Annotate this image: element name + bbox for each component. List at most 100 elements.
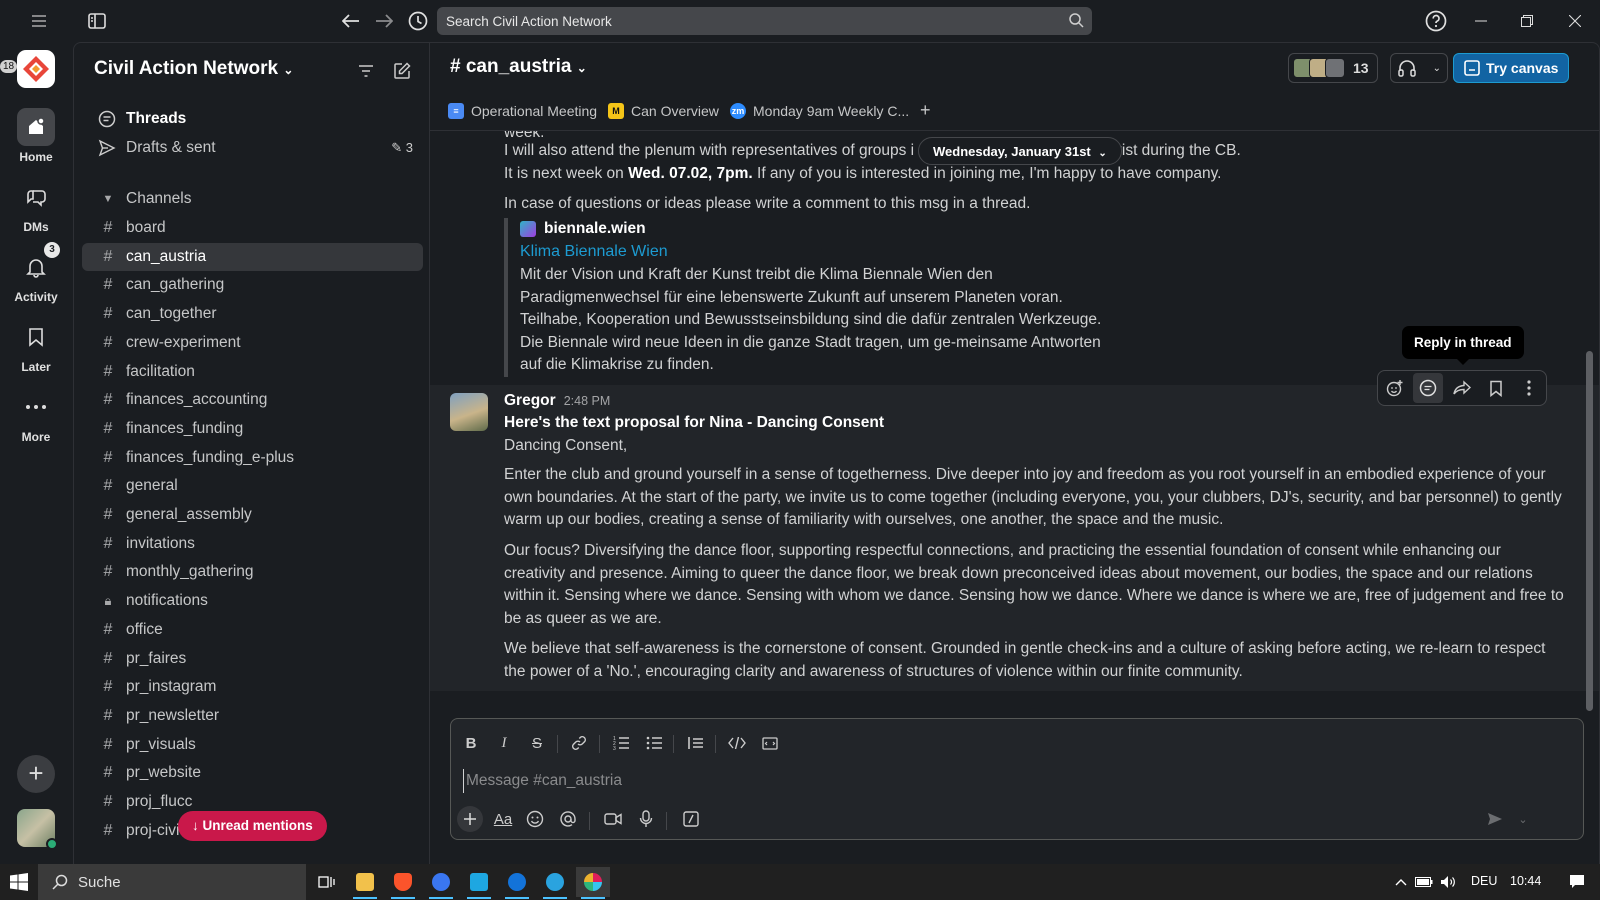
rail-dms[interactable]: DMs (0, 178, 72, 234)
help-icon[interactable] (1421, 6, 1451, 36)
minimize-icon[interactable] (1468, 8, 1494, 34)
workspace-logo-icon[interactable] (17, 50, 55, 88)
sidebar-item-general[interactable]: # general (82, 472, 423, 500)
keyboard-language[interactable]: DEU (1471, 874, 1497, 888)
tray-chevron-up-icon[interactable] (1390, 867, 1412, 897)
telegram-icon[interactable] (538, 867, 572, 899)
attach-plus-icon[interactable] (457, 806, 483, 832)
windows-start-icon[interactable] (2, 867, 36, 897)
mention-icon[interactable] (554, 805, 582, 833)
sidebar-item-general_assembly[interactable]: # general_assembly (82, 501, 423, 529)
save-bookmark-icon[interactable] (1481, 373, 1511, 403)
sidebar-item-board[interactable]: # board (82, 214, 423, 242)
microphone-icon[interactable] (632, 805, 660, 833)
notifications-icon[interactable] (1560, 867, 1594, 897)
sidebar-item-pr_faires[interactable]: # pr_faires (82, 645, 423, 673)
filter-icon[interactable] (352, 57, 380, 85)
more-actions-icon[interactable] (1514, 373, 1544, 403)
user-avatar[interactable] (17, 809, 58, 850)
ordered-list-icon[interactable]: 123 (607, 729, 635, 757)
slack-icon[interactable] (576, 867, 610, 899)
workspace-name-button[interactable]: Civil Action Network ⌄ (94, 58, 293, 80)
rail-later[interactable]: Later (0, 318, 72, 374)
sidebar-item-drafts[interactable]: Drafts & sent ✎ 3 (82, 134, 423, 162)
add-tab-button[interactable]: + (920, 100, 931, 121)
back-arrow-icon[interactable] (336, 6, 366, 36)
message-author[interactable]: Gregor (504, 389, 556, 412)
thunderbird-icon[interactable] (500, 867, 534, 899)
channel-title-button[interactable]: # can_austria ⌄ (450, 56, 587, 78)
battery-icon[interactable] (1412, 867, 1436, 897)
volume-icon[interactable] (1436, 867, 1460, 897)
restore-window-icon[interactable] (1514, 8, 1540, 34)
sidebar-item-facilitation[interactable]: # facilitation (82, 358, 423, 386)
brave-browser-icon[interactable] (386, 867, 420, 899)
search-bar[interactable]: Search Civil Action Network (437, 7, 1092, 35)
send-icon[interactable] (1481, 805, 1509, 833)
sidebar-item-pr_newsletter[interactable]: # pr_newsletter (82, 702, 423, 730)
date-divider-button[interactable]: Wednesday, January 31st ⌄ (918, 137, 1122, 165)
text-format-icon[interactable]: Aa (489, 805, 517, 833)
bold-icon[interactable]: B (457, 729, 485, 757)
video-clip-icon[interactable] (599, 805, 627, 833)
emoji-icon[interactable] (521, 805, 549, 833)
sidebar-item-can_gathering[interactable]: # can_gathering (82, 271, 423, 299)
tab-operational-meeting[interactable]: ≡ Operational Meeting (448, 103, 597, 119)
italic-icon[interactable]: I (490, 729, 518, 757)
sidebar-item-invitations[interactable]: # invitations (82, 530, 423, 558)
sidebar-item-monthly_gathering[interactable]: # monthly_gathering (82, 558, 423, 586)
sidebar-item-notifications[interactable]: 🔒︎ notifications (82, 587, 423, 615)
close-window-icon[interactable] (1562, 8, 1588, 34)
chevron-down-icon[interactable]: ⌄ (1433, 63, 1441, 74)
file-explorer-icon[interactable] (348, 867, 382, 899)
tab-monday-weekly[interactable]: zm Monday 9am Weekly C... (730, 103, 909, 119)
code-block-icon[interactable] (756, 729, 784, 757)
sidebar-item-office[interactable]: # office (82, 616, 423, 644)
message-time[interactable]: 2:48 PM (564, 390, 611, 413)
sidebar-item-finances_accounting[interactable]: # finances_accounting (82, 386, 423, 414)
forward-arrow-icon[interactable] (369, 6, 399, 36)
signal-icon[interactable] (424, 867, 458, 899)
sidebar-toggle-icon[interactable] (82, 6, 112, 36)
slash-command-icon[interactable] (677, 805, 705, 833)
strikethrough-icon[interactable]: S (523, 729, 551, 757)
taskbar-search[interactable]: Suche (38, 864, 306, 900)
members-button[interactable]: 13 (1288, 53, 1378, 83)
unread-mentions-button[interactable]: ↓ Unread mentions (178, 811, 327, 841)
sidebar-item-threads[interactable]: Threads (82, 105, 423, 133)
sidebar-item-finances_funding[interactable]: # finances_funding (82, 415, 423, 443)
add-reaction-icon[interactable] (1380, 373, 1410, 403)
add-workspace-button[interactable]: + (17, 755, 55, 793)
compose-icon[interactable] (388, 57, 416, 85)
rail-more[interactable]: More (0, 388, 72, 444)
history-clock-icon[interactable] (403, 6, 433, 36)
channels-section-header[interactable]: ▼ Channels (82, 185, 423, 213)
tab-can-overview[interactable]: M Can Overview (608, 103, 719, 119)
unfurl-title-link[interactable]: Klima Biennale Wien (520, 240, 1124, 264)
try-canvas-button[interactable]: Try canvas (1453, 53, 1570, 83)
hamburger-menu-icon[interactable] (24, 6, 54, 36)
clock[interactable]: 10:44 (1510, 874, 1541, 888)
huddle-button[interactable]: ⌄ (1390, 53, 1448, 83)
scrollbar[interactable] (1586, 351, 1593, 711)
rail-activity[interactable]: Activity 3 (0, 242, 72, 304)
link-icon[interactable] (565, 729, 593, 757)
rail-home[interactable]: Home (0, 108, 72, 164)
sidebar-item-finances_funding_e-plus[interactable]: # finances_funding_e-plus (82, 444, 423, 472)
send-options-chevron-icon[interactable]: ⌄ (1509, 805, 1537, 833)
share-forward-icon[interactable] (1447, 373, 1477, 403)
sidebar-item-can_austria[interactable]: # can_austria (82, 242, 423, 271)
sidebar-item-pr_website[interactable]: # pr_website (82, 759, 423, 787)
sidebar-item-crew-experiment[interactable]: # crew-experiment (82, 329, 423, 357)
code-icon[interactable] (723, 729, 751, 757)
reply-thread-icon[interactable] (1413, 373, 1444, 403)
sidebar-item-pr_visuals[interactable]: # pr_visuals (82, 731, 423, 759)
bullet-list-icon[interactable] (640, 729, 668, 757)
message-input[interactable] (463, 769, 1463, 793)
sketch-app-icon[interactable] (462, 867, 496, 899)
blockquote-icon[interactable] (681, 729, 709, 757)
gregor-avatar[interactable] (450, 393, 488, 431)
sidebar-item-can_together[interactable]: # can_together (82, 300, 423, 328)
sidebar-item-pr_instagram[interactable]: # pr_instagram (82, 673, 423, 701)
task-view-icon[interactable] (310, 867, 344, 897)
